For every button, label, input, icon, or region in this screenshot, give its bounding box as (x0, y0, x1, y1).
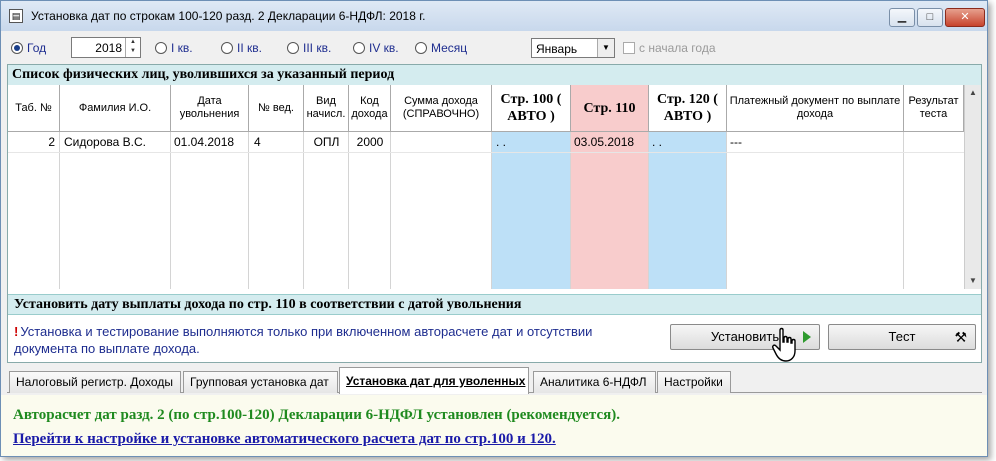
radio-label: II кв. (237, 41, 262, 55)
tab-group-dates[interactable]: Групповая установка дат (183, 371, 338, 393)
grid-line (59, 132, 60, 289)
warning-icon: ! (14, 324, 19, 339)
radio-label: III кв. (303, 41, 332, 55)
radio-label: Месяц (431, 41, 468, 55)
grid-line (570, 132, 571, 289)
set-date-title: Установить дату выплаты дохода по стр. 1… (8, 294, 981, 315)
title-bar[interactable]: ▤ Установка дат по строкам 100-120 разд.… (1, 1, 987, 31)
col-header-dismissal-date[interactable]: Дата увольнения (171, 85, 249, 132)
checkbox-box[interactable] (623, 42, 635, 54)
test-button[interactable]: Тест ⚒ (828, 324, 976, 350)
main-window: ▤ Установка дат по строкам 100-120 разд.… (0, 0, 988, 457)
line100-column-bg (492, 132, 571, 289)
radio-dot[interactable] (11, 42, 23, 54)
vertical-scrollbar[interactable]: ▲ ▼ (964, 85, 981, 289)
radio-label: Год (27, 41, 47, 55)
close-button[interactable]: ✕ (945, 8, 985, 27)
line110-column-bg (571, 132, 649, 289)
cell-line120[interactable]: . . (652, 132, 724, 152)
app-icon: ▤ (9, 9, 23, 23)
cell-ved-no[interactable]: 4 (254, 132, 302, 152)
dismissed-list-panel: Список физических лиц, уволившихся за ук… (7, 64, 982, 363)
employees-table: Таб. № Фамилия И.О. Дата увольнения № ве… (8, 85, 964, 289)
status-area: Авторасчет дат разд. 2 (по стр.100-120) … (1, 395, 987, 456)
tab-dismissed-dates[interactable]: Установка дат для уволенных (339, 367, 529, 394)
line120-column-bg (649, 132, 727, 289)
col-header-line100[interactable]: Стр. 100 ( АВТО ) (492, 85, 571, 132)
cell-line100[interactable]: . . (496, 132, 568, 152)
radio-q3[interactable]: III кв. (287, 41, 331, 55)
set-button-label: Установить (710, 329, 780, 344)
col-header-income-sum[interactable]: Сумма дохода (СПРАВОЧНО) (391, 85, 492, 132)
tools-icon: ⚒ (954, 329, 967, 345)
col-header-accrual-type[interactable]: Вид начисл. (304, 85, 349, 132)
tab-bar: Налоговый регистр. Доходы Групповая уста… (7, 367, 982, 395)
col-header-line110[interactable]: Стр. 110 (571, 85, 649, 132)
cell-dismissal-date[interactable]: 01.04.2018 (174, 132, 246, 152)
grid-line (726, 132, 727, 289)
year-value: 2018 (95, 41, 122, 55)
auto-calc-message: Авторасчет дат разд. 2 (по стр.100-120) … (13, 407, 620, 423)
tab-tax-register[interactable]: Налоговый регистр. Доходы (9, 371, 181, 393)
grid-line (303, 132, 304, 289)
play-icon (803, 331, 811, 343)
note-text: Установка и тестирование выполняются тол… (14, 324, 593, 356)
radio-q4[interactable]: IV кв. (353, 41, 399, 55)
col-header-income-code[interactable]: Код дохода (349, 85, 391, 132)
grid-line (491, 132, 492, 289)
grid-line (170, 132, 171, 289)
row-divider (8, 152, 964, 153)
radio-year[interactable]: Год (11, 41, 46, 55)
tab-analytics[interactable]: Аналитика 6-НДФЛ (533, 371, 656, 393)
cell-payment-doc[interactable]: --- (730, 132, 900, 152)
col-header-test-result[interactable]: Результат теста (904, 85, 964, 132)
cell-tab-no[interactable]: 2 (8, 132, 55, 152)
radio-dot[interactable] (353, 42, 365, 54)
cell-accrual-type[interactable]: ОПЛ (304, 132, 349, 152)
month-select[interactable]: Январь ▼ (531, 38, 615, 58)
scroll-down-icon[interactable]: ▼ (965, 273, 981, 289)
maximize-button[interactable]: □ (917, 8, 943, 27)
col-header-payment-doc[interactable]: Платежный документ по выплате дохода (727, 85, 904, 132)
scroll-up-icon[interactable]: ▲ (965, 85, 981, 101)
radio-month[interactable]: Месяц (415, 41, 467, 55)
cell-line110[interactable]: 03.05.2018 (574, 132, 646, 152)
grid-line (903, 132, 904, 289)
cell-test-result[interactable] (907, 132, 962, 152)
test-button-label: Тест (888, 329, 916, 344)
spinner-arrows-icon[interactable]: ▲ ▼ (125, 38, 140, 57)
radio-label: I кв. (171, 41, 193, 55)
col-header-ved-no[interactable]: № вед. (249, 85, 304, 132)
grid-line (390, 132, 391, 289)
minimize-button[interactable]: ▁ (889, 8, 915, 27)
cell-income-code[interactable]: 2000 (349, 132, 391, 152)
col-header-tab-no[interactable]: Таб. № (8, 85, 60, 132)
period-toolbar: Год 2018 ▲ ▼ I кв. II кв. III кв. IV кв. … (7, 37, 982, 61)
cell-name[interactable]: Сидорова В.С. (64, 132, 168, 152)
hand-cursor-icon (771, 327, 799, 366)
list-title: Список физических лиц, уволившихся за ук… (8, 65, 981, 85)
radio-q2[interactable]: II кв. (221, 41, 262, 55)
grid-line (648, 132, 649, 289)
auto-calc-settings-link[interactable]: Перейти к настройке и установке автомати… (13, 431, 556, 448)
grid-line (248, 132, 249, 289)
window-title: Установка дат по строкам 100-120 разд. 2… (31, 9, 426, 23)
radio-q1[interactable]: I кв. (155, 41, 193, 55)
tab-settings[interactable]: Настройки (657, 371, 731, 393)
cell-income-sum[interactable] (394, 132, 490, 152)
radio-dot[interactable] (415, 42, 427, 54)
radio-dot[interactable] (221, 42, 233, 54)
set-date-note: ! Установка и тестирование выполняются то… (14, 323, 654, 357)
radio-dot[interactable] (287, 42, 299, 54)
checkbox-label: с начала года (639, 41, 716, 55)
month-value: Январь (536, 42, 578, 56)
radio-dot[interactable] (155, 42, 167, 54)
from-start-checkbox[interactable]: с начала года (623, 41, 716, 55)
grid-line (348, 132, 349, 289)
chevron-down-icon[interactable]: ▼ (597, 39, 614, 57)
year-spinner[interactable]: 2018 ▲ ▼ (71, 37, 141, 58)
col-header-name[interactable]: Фамилия И.О. (60, 85, 171, 132)
radio-label: IV кв. (369, 41, 399, 55)
col-header-line120[interactable]: Стр. 120 ( АВТО ) (649, 85, 727, 132)
